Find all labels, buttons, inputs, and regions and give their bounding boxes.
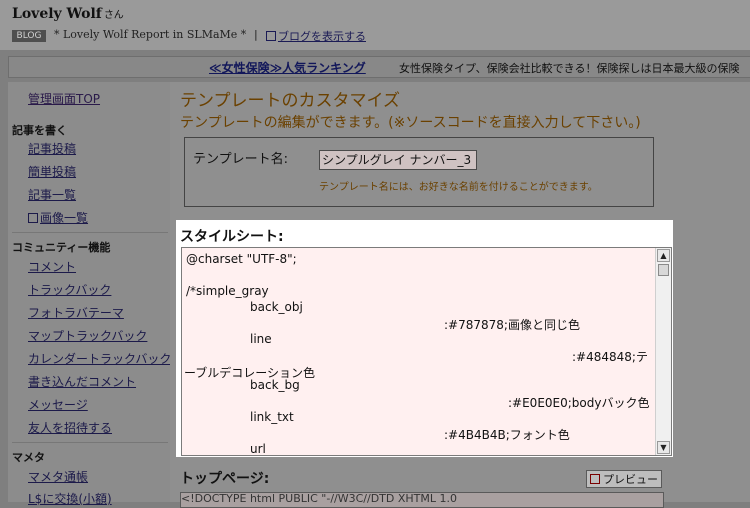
sidebar-item-calendar-trackback[interactable]: カレンダートラックバック bbox=[28, 350, 171, 367]
preview-icon bbox=[590, 474, 600, 484]
code-line: @charset "UTF-8"; bbox=[186, 252, 297, 266]
vertical-scrollbar[interactable]: ▲ ▼ bbox=[655, 248, 671, 455]
stylesheet-panel: スタイルシート: @charset "UTF-8"; /*simple_gray… bbox=[176, 220, 673, 457]
header-separator: | bbox=[254, 28, 258, 41]
sidebar-item-message[interactable]: メッセージ bbox=[28, 396, 88, 413]
code-line: back_obj bbox=[250, 300, 303, 314]
sidebar-item-comment[interactable]: コメント bbox=[28, 258, 76, 275]
sidebar-item-post-list[interactable]: 記事一覧 bbox=[28, 186, 76, 203]
header-bar: Lovely Wolf さん BLOG * Lovely Wolf Report … bbox=[0, 0, 750, 50]
sidebar-divider bbox=[12, 442, 168, 443]
preview-label: プレビュー bbox=[603, 473, 658, 486]
template-name-input[interactable]: シンプルグレイ ナンバー_3 bbox=[319, 150, 477, 170]
sidebar-heading-mameta: マメタ bbox=[12, 451, 45, 464]
sidebar-item-exchange[interactable]: L$に交換(小額) bbox=[28, 490, 112, 507]
template-name-box: テンプレート名: シンプルグレイ ナンバー_3 テンプレート名には、お好きな名前… bbox=[184, 137, 654, 207]
sidebar-item-simple-post[interactable]: 簡単投稿 bbox=[28, 163, 76, 180]
code-line: link_txt bbox=[250, 410, 294, 424]
scroll-thumb[interactable] bbox=[658, 264, 669, 276]
top-page-code-textarea[interactable]: <!DOCTYPE html PUBLIC "-//W3C//DTD XHTML… bbox=[180, 492, 664, 508]
user-suffix: さん bbox=[103, 10, 124, 21]
window-icon bbox=[266, 31, 276, 41]
code-line: :#4B4B4B;フォント色 bbox=[444, 428, 570, 442]
sidebar-heading-write: 記事を書く bbox=[12, 124, 67, 137]
sidebar: 管理画面TOP 記事を書く 記事投稿 簡単投稿 記事一覧 画像一覧 コミュニティ… bbox=[8, 82, 171, 506]
ad-link[interactable]: ≪女性保険≫人気ランキング bbox=[209, 59, 366, 76]
ad-text: 女性保険タイプ、保険会社比較できる！保険探しは日本最大級の保険 bbox=[399, 62, 740, 75]
show-blog-label: ブログを表示する bbox=[278, 30, 366, 43]
sidebar-item-post[interactable]: 記事投稿 bbox=[28, 140, 76, 157]
user-name-text: Lovely Wolf bbox=[12, 6, 102, 22]
sidebar-divider bbox=[12, 232, 168, 233]
code-line: /*simple_gray bbox=[186, 284, 269, 298]
code-line: back_bg bbox=[250, 378, 300, 392]
sidebar-item-photo-theme[interactable]: フォトラバテーマ bbox=[28, 304, 124, 321]
page-subtitle: テンプレートの編集ができます。(※ソースコードを直接入力して下さい。) bbox=[180, 115, 641, 131]
sidebar-item-map-trackback[interactable]: マップトラックバック bbox=[28, 327, 147, 344]
blog-title: * Lovely Wolf Report in SLMaMe * bbox=[54, 28, 247, 41]
ad-bar: ≪女性保険≫人気ランキング 女性保険タイプ、保険会社比較できる！保険探しは日本最… bbox=[8, 56, 750, 78]
stylesheet-textarea[interactable]: @charset "UTF-8"; /*simple_gray back_obj… bbox=[181, 247, 672, 456]
sidebar-item-my-comments[interactable]: 書き込んだコメント bbox=[28, 373, 136, 390]
template-name-label: テンプレート名: bbox=[193, 152, 288, 167]
sidebar-item-image-list[interactable]: 画像一覧 bbox=[28, 209, 88, 226]
sidebar-item-label: 画像一覧 bbox=[40, 211, 89, 225]
page-title: テンプレートのカスタマイズ bbox=[180, 91, 400, 111]
sidebar-item-invite[interactable]: 友人を招待する bbox=[28, 419, 112, 436]
blog-badge: BLOG bbox=[12, 30, 46, 42]
top-page-label: トップページ: bbox=[180, 471, 270, 487]
show-blog-link[interactable]: ブログを表示する bbox=[266, 28, 366, 44]
code-line: :#787878;画像と同じ色 bbox=[444, 318, 580, 332]
code-line: :#484848;テ bbox=[572, 350, 648, 364]
sidebar-item-admin-top[interactable]: 管理画面TOP bbox=[28, 90, 100, 107]
scroll-down-icon[interactable]: ▼ bbox=[657, 441, 670, 454]
code-line: url bbox=[250, 442, 266, 456]
preview-button[interactable]: プレビュー bbox=[586, 470, 662, 488]
template-name-hint: テンプレート名には、お好きな名前を付けることができます。 bbox=[319, 182, 598, 193]
image-icon bbox=[28, 213, 38, 223]
code-line: :#E0E0E0;bodyバック色 bbox=[508, 396, 650, 410]
sidebar-item-trackback[interactable]: トラックバック bbox=[28, 281, 111, 298]
stylesheet-label: スタイルシート: bbox=[180, 229, 284, 245]
user-name: Lovely Wolf さん bbox=[12, 6, 124, 22]
sidebar-heading-community: コミュニティー機能 bbox=[12, 241, 111, 254]
scroll-up-icon[interactable]: ▲ bbox=[657, 249, 670, 262]
sidebar-item-mameta-book[interactable]: マメタ通帳 bbox=[28, 468, 88, 485]
code-line: line bbox=[250, 332, 272, 346]
